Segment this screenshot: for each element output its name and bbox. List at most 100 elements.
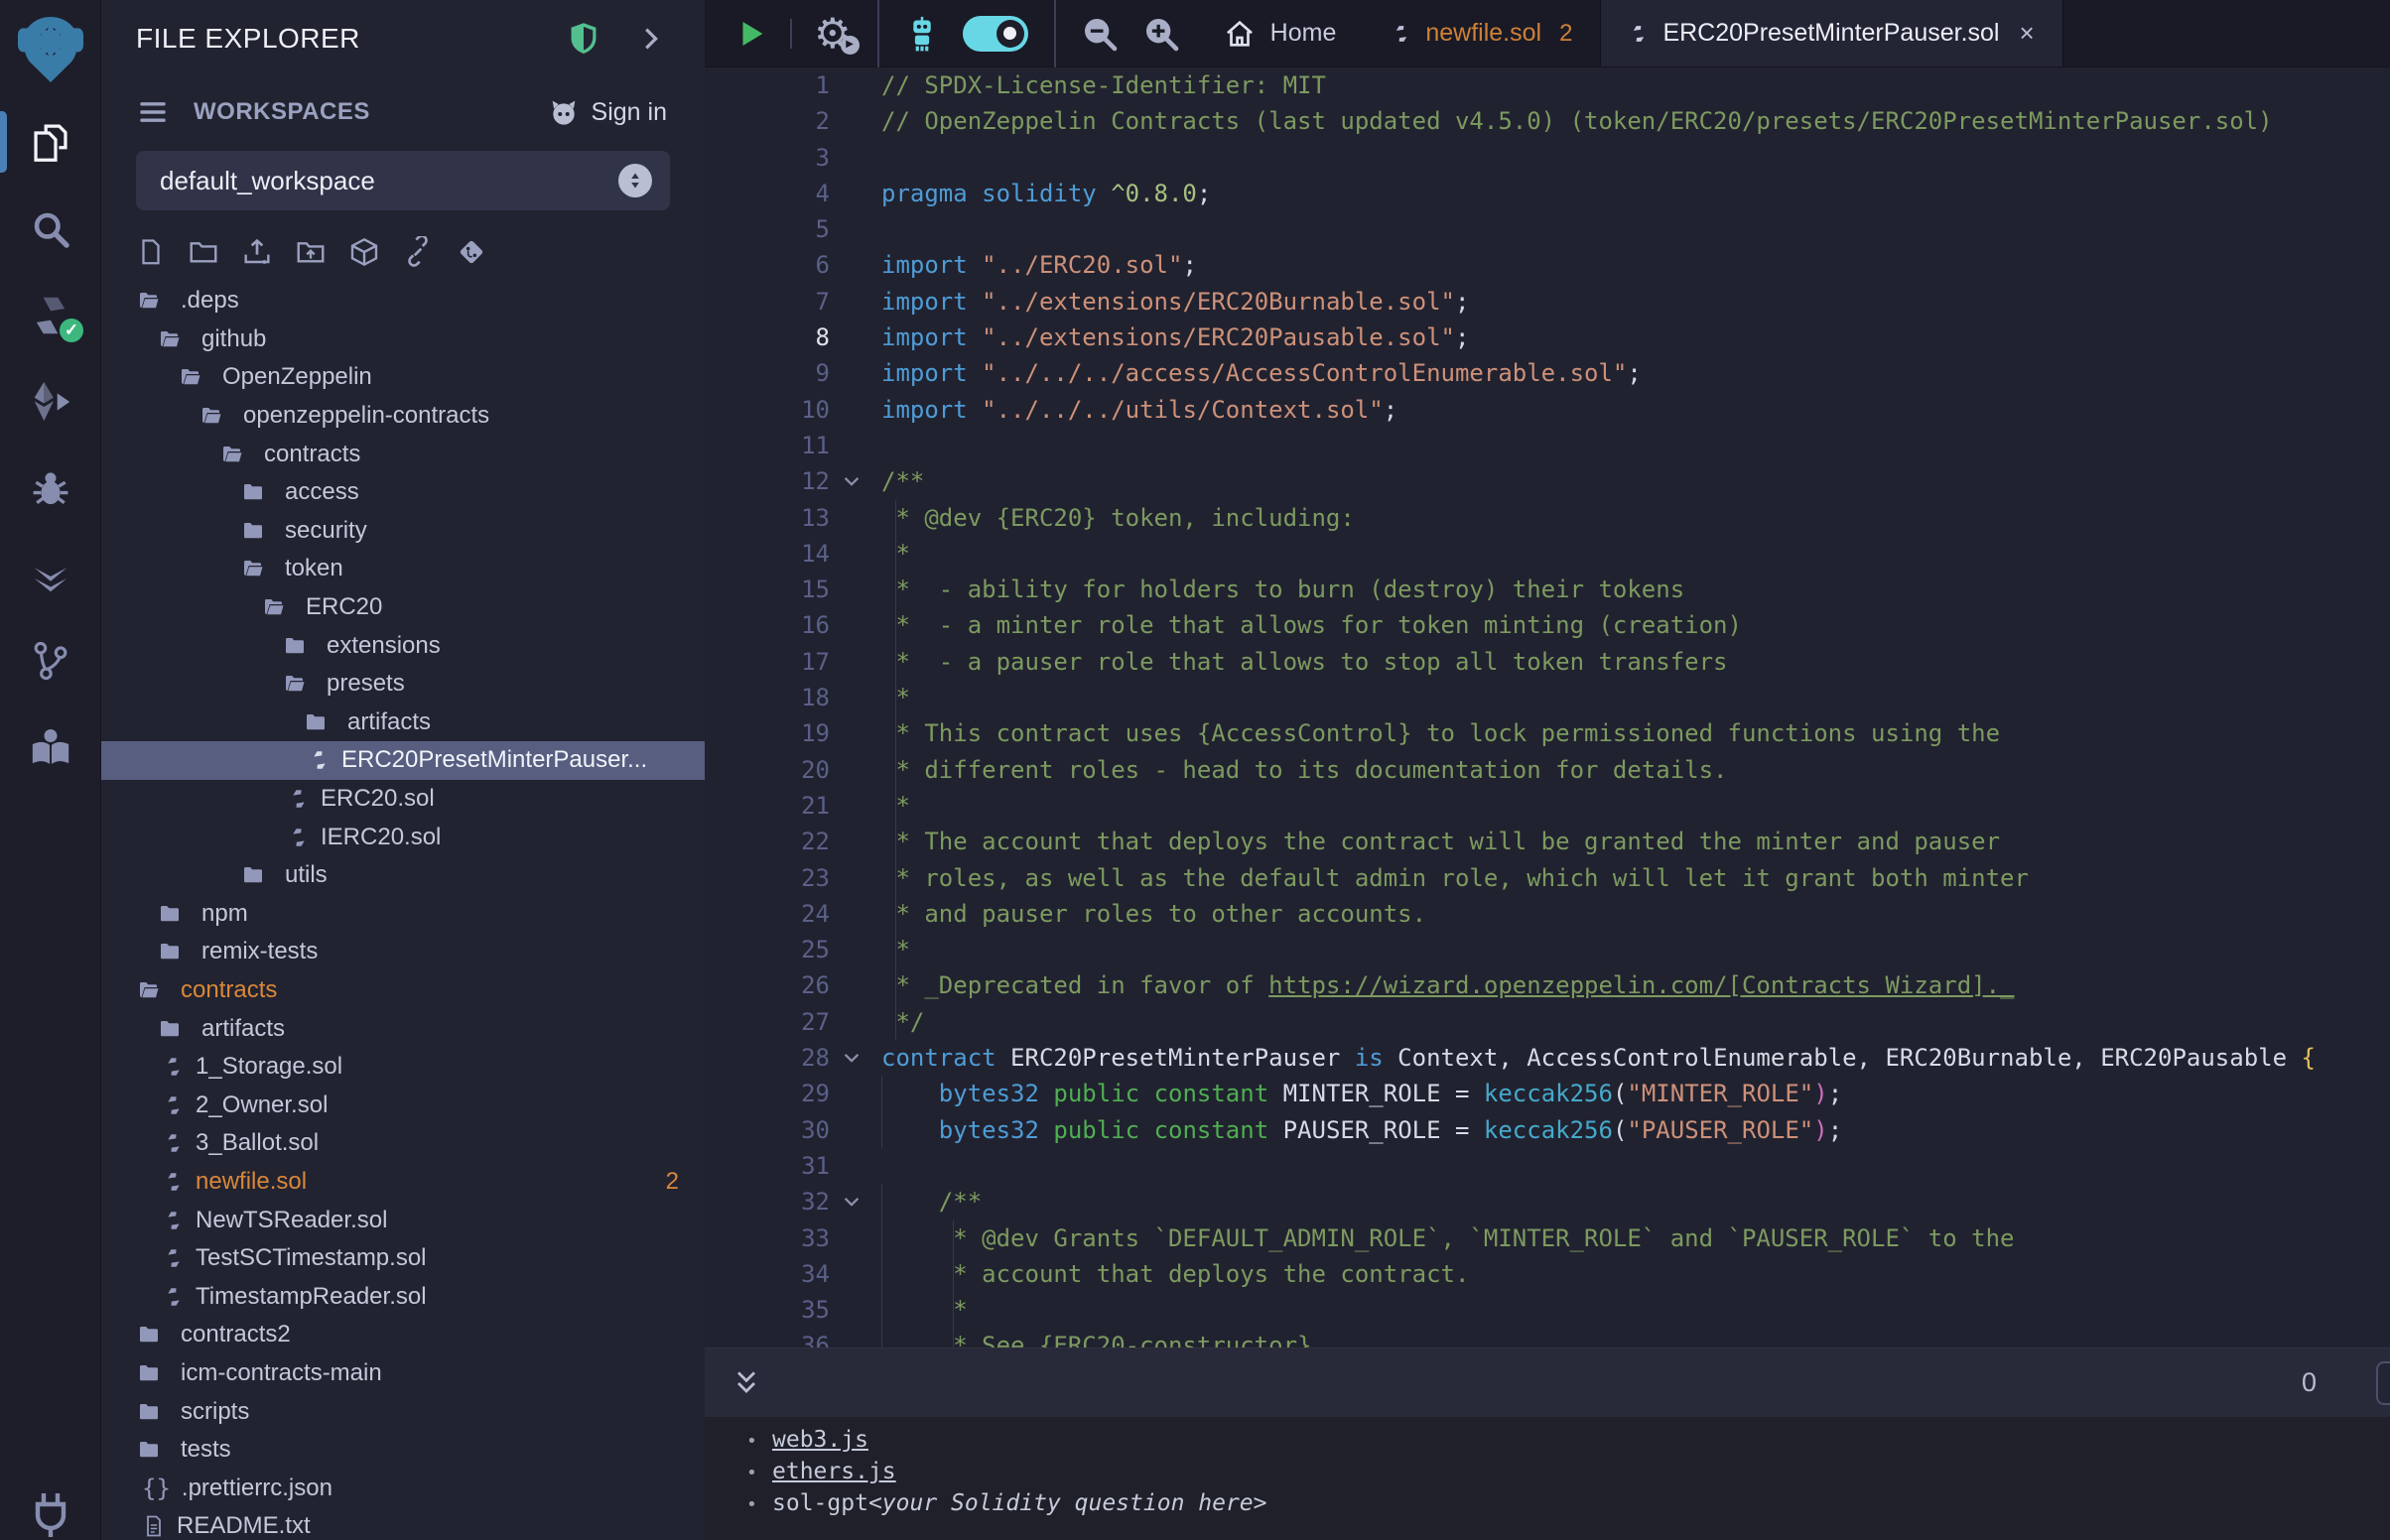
line-number: 30 [705, 1112, 830, 1148]
file-error-badge: 2 [666, 1168, 705, 1196]
shield-icon[interactable] [566, 20, 601, 58]
code-token: * The account that deploys the contract … [881, 828, 2000, 855]
activity-item-solidity-compiler[interactable]: ✓ [0, 272, 101, 358]
tree-folder-remix-tests[interactable]: remix-tests [101, 933, 705, 971]
activity-item-deploy-run[interactable] [0, 358, 101, 445]
code-token: public [1053, 1080, 1139, 1107]
fold-chevron-icon[interactable] [830, 1040, 873, 1076]
line-number: 1 [705, 67, 830, 103]
code-line-21: 21 * [705, 788, 2390, 824]
zoom-in-icon[interactable] [1141, 14, 1181, 54]
tree-file-1-storage-sol[interactable]: 1_Storage.sol [101, 1048, 705, 1087]
code-line-10: 10import "../../../utils/Context.sol"; [705, 392, 2390, 428]
upload-file-icon[interactable] [241, 236, 273, 268]
activity-item-debugger[interactable] [0, 445, 101, 531]
code-token: /** [939, 1188, 982, 1216]
cube-icon[interactable] [348, 236, 380, 268]
line-number: 11 [705, 428, 830, 463]
tree-file-ierc20-sol[interactable]: IERC20.sol [101, 818, 705, 856]
terminal-search-input[interactable] [2376, 1361, 2390, 1405]
workspace-select[interactable]: default_workspace [136, 151, 670, 210]
tree-file-testsctimestamp-sol[interactable]: TestSCTimestamp.sol [101, 1239, 705, 1278]
code-token: import [881, 251, 982, 279]
tree-file-newfile-sol[interactable]: newfile.sol2 [101, 1163, 705, 1202]
tree-file-newtsreader-sol[interactable]: NewTSReader.sol [101, 1201, 705, 1239]
code-line-25: 25 * [705, 932, 2390, 967]
tree-folder-contracts2[interactable]: contracts2 [101, 1316, 705, 1354]
tree-folder-contracts[interactable]: contracts [101, 435, 705, 473]
tree-item-label: utils [285, 861, 328, 889]
tree-folder-scripts[interactable]: scripts [101, 1392, 705, 1431]
tree-folder-utils[interactable]: utils [101, 856, 705, 895]
git-diamond-icon[interactable] [456, 236, 487, 268]
hamburger-icon[interactable] [136, 95, 170, 129]
tree-file-readme-txt[interactable]: README.txt [101, 1507, 705, 1540]
tree-file-2-owner-sol[interactable]: 2_Owner.sol [101, 1086, 705, 1124]
fold-gutter [830, 1004, 873, 1040]
tree-folder-erc20[interactable]: ERC20 [101, 588, 705, 627]
activity-item-file-explorer[interactable] [0, 99, 101, 186]
code-link[interactable]: https://wizard.openzeppelin.com/[Contrac… [1268, 971, 2014, 999]
file-explorer-panel: FILE EXPLORER WORKSPACES Sign in default… [101, 0, 705, 1540]
terminal-collapse-icon[interactable] [730, 1367, 762, 1399]
tree-folder-extensions[interactable]: extensions [101, 626, 705, 665]
tree-folder-github[interactable]: github [101, 321, 705, 359]
tree-folder-artifacts[interactable]: artifacts [101, 1009, 705, 1048]
zoom-out-icon[interactable] [1080, 14, 1120, 54]
tab-close-icon[interactable]: × [2019, 18, 2034, 49]
tree-folder-openzeppelin[interactable]: OpenZeppelin [101, 358, 705, 397]
tree-item-label: 1_Storage.sol [196, 1053, 342, 1081]
tree-file-erc20presetminterpauser-[interactable]: ERC20PresetMinterPauser... [101, 741, 705, 780]
terminal-entry: •sol-gpt <your Solidity question here> [746, 1488, 2390, 1520]
code-text: * [873, 788, 910, 824]
sign-in-button[interactable]: Sign in [548, 96, 667, 128]
new-folder-icon[interactable] [188, 236, 219, 268]
activity-item-unit-testing[interactable] [0, 531, 101, 617]
remix-logo[interactable] [0, 0, 101, 99]
code-token [1039, 1116, 1053, 1144]
tree-folder-openzeppelin-contracts[interactable]: openzeppelin-contracts [101, 397, 705, 436]
workspace-sort-icon[interactable] [618, 164, 652, 197]
tree-file-erc20-sol[interactable]: ERC20.sol [101, 780, 705, 819]
tab-erc20presetminterpauser[interactable]: ERC20PresetMinterPauser.sol × [1600, 0, 2062, 66]
tab-newfile[interactable]: newfile.sol 2 [1364, 0, 1600, 66]
tree-folder-icm-contracts-main[interactable]: icm-contracts-main [101, 1354, 705, 1393]
remix-ai-robot-icon[interactable] [903, 13, 941, 55]
tree-folder-contracts[interactable]: contracts [101, 971, 705, 1010]
tree-folder-presets[interactable]: presets [101, 665, 705, 704]
tree-folder-token[interactable]: token [101, 550, 705, 588]
tree-file--prettierrc-json[interactable]: {}.prettierrc.json [101, 1469, 705, 1507]
fold-chevron-icon[interactable] [830, 1184, 873, 1219]
run-script-button[interactable] [734, 17, 768, 51]
code-text: /** [873, 1184, 982, 1219]
code-editor[interactable]: 1// SPDX-License-Identifier: MIT2// Open… [705, 67, 2390, 1348]
activity-item-search[interactable] [0, 186, 101, 272]
code-line-17: 17 * - a pauser role that allows to stop… [705, 644, 2390, 680]
editor-region: ⚙▶ Home newfile.sol 2 ERC20PresetMinter [705, 0, 2390, 1540]
code-token: */ [881, 1008, 924, 1036]
tree-folder-access[interactable]: access [101, 473, 705, 512]
upload-folder-icon[interactable] [295, 236, 327, 268]
plugin-manager-button[interactable] [0, 1472, 101, 1540]
tree-folder-tests[interactable]: tests [101, 1431, 705, 1470]
terminal-link-web3-js[interactable]: web3.js [772, 1425, 868, 1455]
tree-file-timestampreader-sol[interactable]: TimestampReader.sol [101, 1277, 705, 1316]
chevron-right-icon[interactable] [635, 24, 665, 54]
script-config-button[interactable]: ⚙▶ [814, 13, 852, 55]
code-text: // SPDX-License-Identifier: MIT [873, 67, 1326, 103]
tree-folder-security[interactable]: security [101, 512, 705, 551]
tab-home[interactable]: Home [1195, 0, 1365, 66]
fold-chevron-icon[interactable] [830, 463, 873, 499]
tree-folder-artifacts[interactable]: artifacts [101, 704, 705, 742]
activity-item-git[interactable] [0, 617, 101, 704]
code-token: ; [1828, 1116, 1842, 1144]
terminal-link-ethers-js[interactable]: ethers.js [772, 1457, 896, 1486]
tree-file-3-ballot-sol[interactable]: 3_Ballot.sol [101, 1124, 705, 1163]
code-token: public [1053, 1116, 1139, 1144]
tree-folder-npm[interactable]: npm [101, 895, 705, 934]
new-file-icon[interactable] [136, 237, 166, 267]
link-icon[interactable] [402, 236, 434, 268]
activity-item-learneth[interactable] [0, 704, 101, 790]
ai-copilot-toggle[interactable] [963, 16, 1028, 52]
tree-folder--deps[interactable]: .deps [101, 282, 705, 321]
